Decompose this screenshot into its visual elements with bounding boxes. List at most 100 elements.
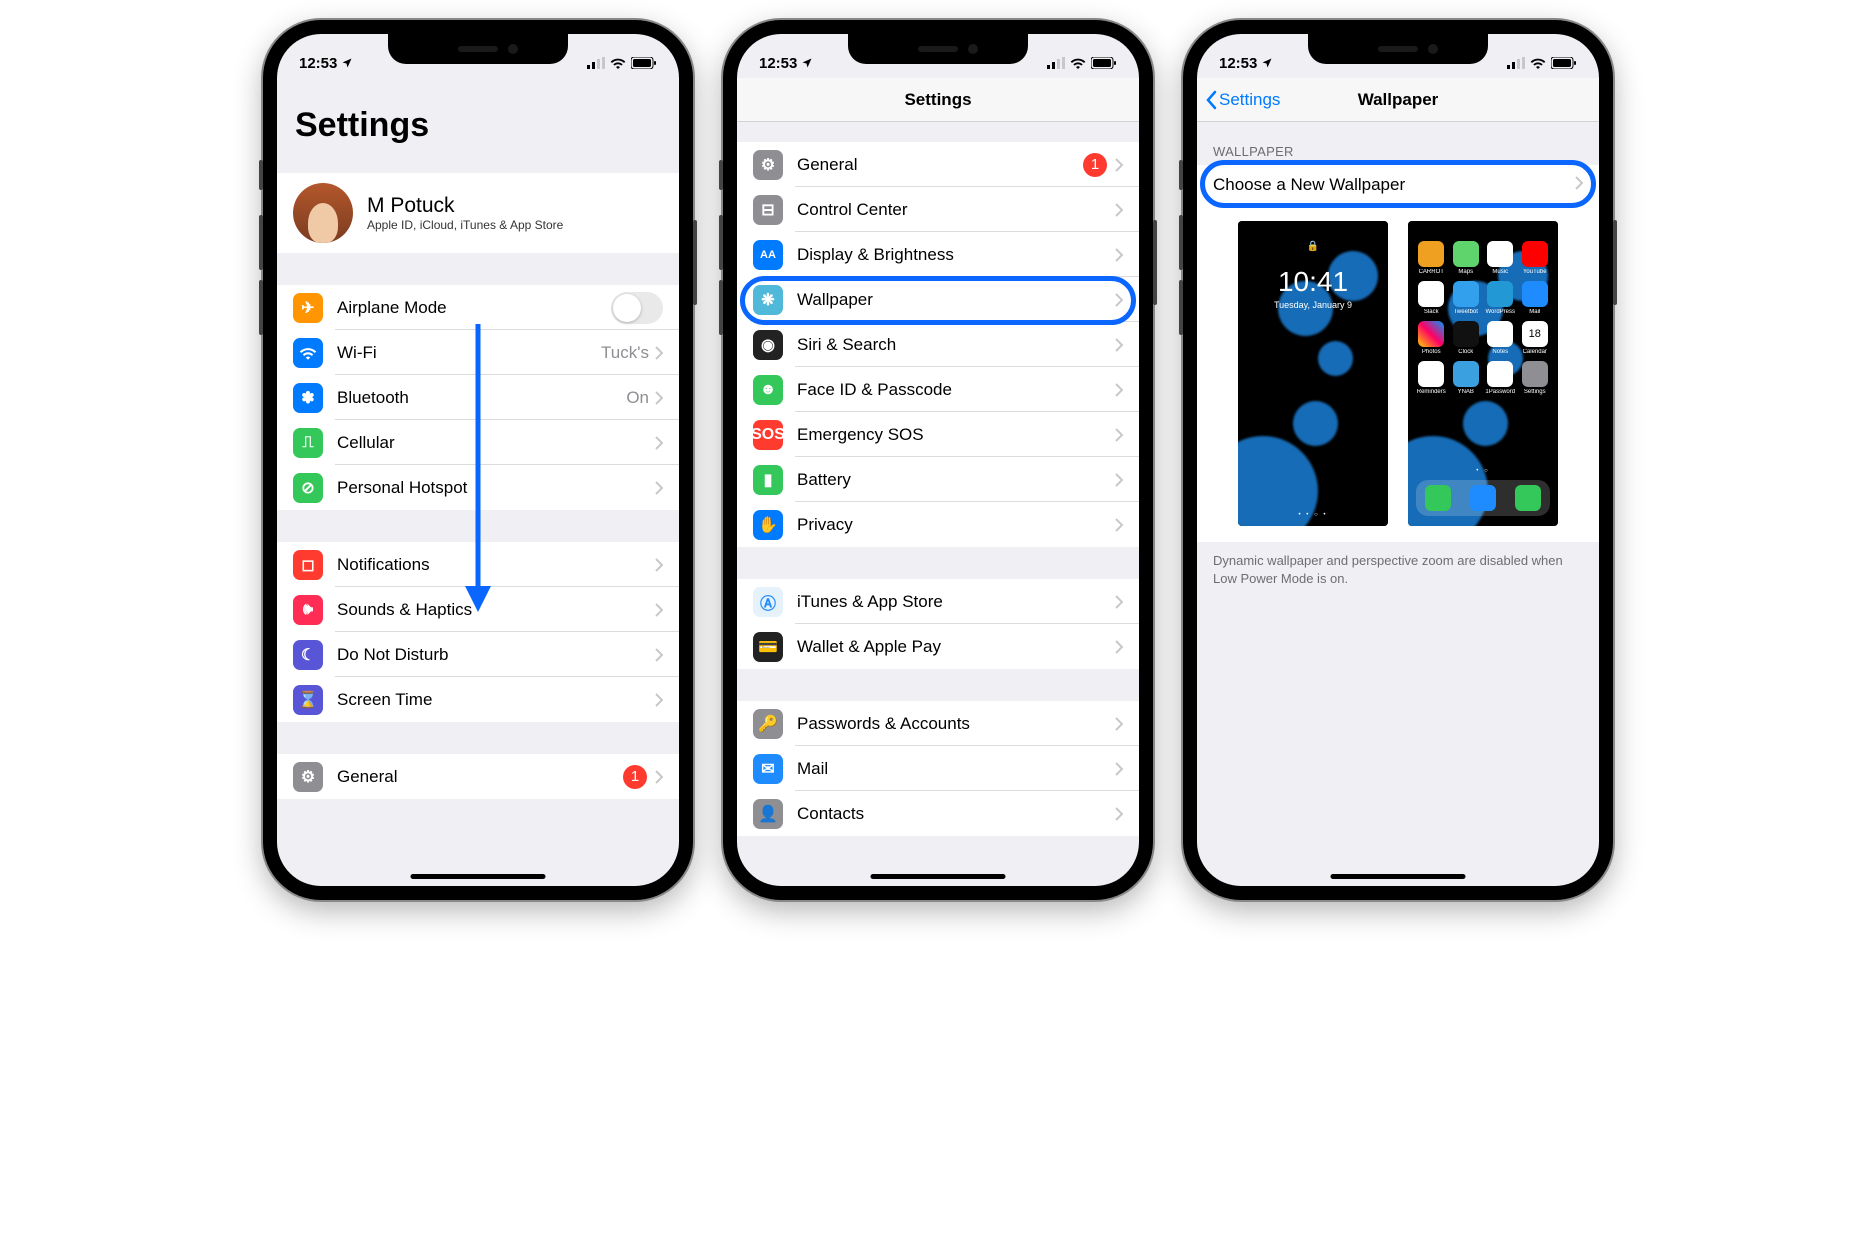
chevron-right-icon xyxy=(1575,176,1583,195)
row-wallet-applepay[interactable]: 💳 Wallet & Apple Pay xyxy=(737,624,1139,669)
page-title: Settings xyxy=(277,78,679,153)
row-wallpaper[interactable]: ❋ Wallpaper xyxy=(737,277,1139,322)
row-battery[interactable]: ▮ Battery xyxy=(737,457,1139,502)
chevron-right-icon xyxy=(1115,383,1123,397)
chevron-right-icon xyxy=(655,391,663,405)
chevron-right-icon xyxy=(1115,158,1123,172)
home-indicator[interactable] xyxy=(871,874,1006,879)
mail-icon: ✉ xyxy=(753,754,783,784)
row-control-center[interactable]: ⊟ Control Center xyxy=(737,187,1139,232)
status-time: 12:53 xyxy=(1219,55,1257,72)
nav-bar: Settings Wallpaper xyxy=(1197,78,1599,122)
location-arrow-icon xyxy=(801,57,813,69)
avatar xyxy=(293,183,353,243)
row-faceid[interactable]: ☻ Face ID & Passcode xyxy=(737,367,1139,412)
scroll-down-arrow-annotation xyxy=(463,324,493,614)
wallpaper-previews: 🔒 10:41 Tuesday, January 9 • • ○ • CARRO… xyxy=(1197,205,1599,542)
row-itunes-appstore[interactable]: Ⓐ iTunes & App Store xyxy=(737,579,1139,624)
phone-frame-2: 12:53 Settings ⚙ General 1 ⊟ Control Cen… xyxy=(723,20,1153,900)
home-screen-preview[interactable]: CARROT Maps Music YouTube Slack Tweetbot… xyxy=(1408,221,1558,526)
cell-signal-icon xyxy=(1507,57,1525,69)
home-indicator[interactable] xyxy=(1331,874,1466,879)
key-icon: 🔑 xyxy=(753,709,783,739)
wifi-icon xyxy=(1530,57,1546,69)
row-passwords[interactable]: 🔑 Passwords & Accounts xyxy=(737,701,1139,746)
notch xyxy=(388,34,568,64)
row-general[interactable]: ⚙ General 1 xyxy=(277,754,679,799)
footnote: Dynamic wallpaper and perspective zoom a… xyxy=(1197,542,1599,597)
chevron-right-icon xyxy=(1115,640,1123,654)
row-siri[interactable]: ◉ Siri & Search xyxy=(737,322,1139,367)
row-sos[interactable]: SOS Emergency SOS xyxy=(737,412,1139,457)
gear-icon: ⚙ xyxy=(753,150,783,180)
settings-group-device: ⚙ General 1 ⊟ Control Center AA Display … xyxy=(737,142,1139,547)
settings-group-general-peek: ⚙ General 1 xyxy=(277,754,679,799)
chevron-right-icon xyxy=(1115,473,1123,487)
row-contacts[interactable]: 👤 Contacts xyxy=(737,791,1139,836)
chevron-right-icon xyxy=(655,603,663,617)
chevron-right-icon xyxy=(1115,717,1123,731)
battery-icon xyxy=(1551,57,1577,69)
phone-frame-1: 12:53 Settings M Potuck Apple ID, iCloud… xyxy=(263,20,693,900)
chevron-right-icon xyxy=(1115,338,1123,352)
battery-icon xyxy=(1091,57,1117,69)
moon-icon: ☾ xyxy=(293,640,323,670)
chevron-right-icon xyxy=(655,481,663,495)
chevron-right-icon xyxy=(1115,203,1123,217)
status-time: 12:53 xyxy=(759,55,797,72)
chevron-right-icon xyxy=(1115,518,1123,532)
chevron-right-icon xyxy=(1115,248,1123,262)
row-screen-time[interactable]: ⌛ Screen Time xyxy=(277,677,679,722)
row-dnd[interactable]: ☾ Do Not Disturb xyxy=(277,632,679,677)
nav-title: Wallpaper xyxy=(1358,90,1439,110)
cellular-icon: ⎍ xyxy=(293,428,323,458)
siri-icon: ◉ xyxy=(753,330,783,360)
screen-settings-main: 12:53 Settings M Potuck Apple ID, iCloud… xyxy=(277,34,679,886)
chevron-right-icon xyxy=(1115,428,1123,442)
row-privacy[interactable]: ✋ Privacy xyxy=(737,502,1139,547)
wifi-row-icon xyxy=(293,338,323,368)
wifi-icon xyxy=(1070,57,1086,69)
battery-row-icon: ▮ xyxy=(753,465,783,495)
row-general[interactable]: ⚙ General 1 xyxy=(737,142,1139,187)
battery-icon xyxy=(631,57,657,69)
hourglass-icon: ⌛ xyxy=(293,685,323,715)
control-center-icon: ⊟ xyxy=(753,195,783,225)
chevron-right-icon xyxy=(1115,762,1123,776)
bluetooth-icon: ✽ xyxy=(293,383,323,413)
choose-wallpaper-row[interactable]: Choose a New Wallpaper xyxy=(1197,165,1599,205)
screen-settings-scrolled: 12:53 Settings ⚙ General 1 ⊟ Control Cen… xyxy=(737,34,1139,886)
cell-signal-icon xyxy=(1047,57,1065,69)
profile-name: M Potuck xyxy=(367,194,663,218)
sos-icon: SOS xyxy=(753,420,783,450)
chevron-right-icon xyxy=(655,346,663,360)
chevron-left-icon xyxy=(1205,90,1217,110)
apple-id-row[interactable]: M Potuck Apple ID, iCloud, iTunes & App … xyxy=(277,173,679,253)
contacts-icon: 👤 xyxy=(753,799,783,829)
settings-group-store: Ⓐ iTunes & App Store 💳 Wallet & Apple Pa… xyxy=(737,579,1139,669)
lock-screen-preview[interactable]: 🔒 10:41 Tuesday, January 9 • • ○ • xyxy=(1238,221,1388,526)
row-display-brightness[interactable]: AA Display & Brightness xyxy=(737,232,1139,277)
notch xyxy=(848,34,1028,64)
chevron-right-icon xyxy=(1115,595,1123,609)
location-arrow-icon xyxy=(341,57,353,69)
profile-subtitle: Apple ID, iCloud, iTunes & App Store xyxy=(367,218,663,232)
gear-icon: ⚙ xyxy=(293,762,323,792)
hotspot-icon: ⊘ xyxy=(293,473,323,503)
home-icon-grid: CARROT Maps Music YouTube Slack Tweetbot… xyxy=(1416,241,1550,395)
chevron-right-icon xyxy=(655,436,663,450)
chevron-right-icon xyxy=(655,648,663,662)
status-time: 12:53 xyxy=(299,55,337,72)
cell-signal-icon xyxy=(587,57,605,69)
notifications-icon: ◻ xyxy=(293,550,323,580)
airplane-toggle[interactable] xyxy=(611,292,663,324)
screen-wallpaper: 12:53 Settings Wallpaper WALLPAPER Choos… xyxy=(1197,34,1599,886)
home-indicator[interactable] xyxy=(411,874,546,879)
nav-title: Settings xyxy=(904,90,971,110)
chevron-right-icon xyxy=(655,693,663,707)
back-button[interactable]: Settings xyxy=(1205,90,1280,110)
row-mail[interactable]: ✉ Mail xyxy=(737,746,1139,791)
chevron-right-icon xyxy=(655,770,663,784)
sounds-icon: 🕪 xyxy=(293,595,323,625)
lock-clock: 10:41 Tuesday, January 9 xyxy=(1238,266,1388,310)
